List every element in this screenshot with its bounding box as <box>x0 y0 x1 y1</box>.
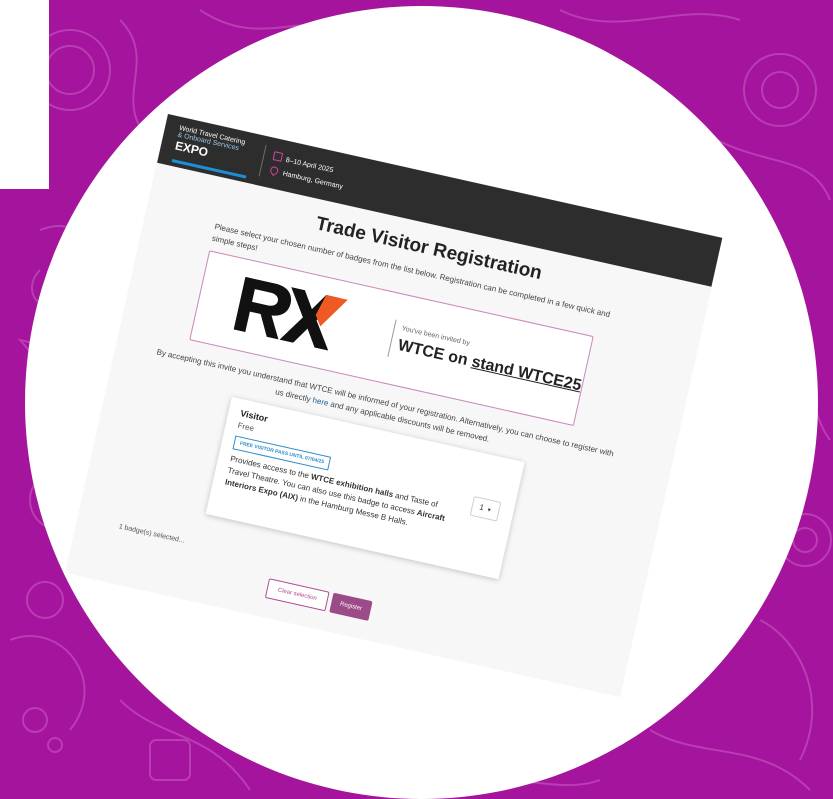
badge-price: Free <box>236 420 255 434</box>
selected-count: 1 badge(s) selected... <box>118 523 186 545</box>
quantity-select[interactable]: 1▼ <box>469 495 502 522</box>
invite-divider <box>387 319 397 357</box>
stand-link[interactable]: stand WTCE25 <box>470 353 583 394</box>
clear-selection-button[interactable]: Clear selection <box>264 578 330 612</box>
inviter-name: WTCE on stand WTCE25 <box>396 337 583 395</box>
register-directly-link[interactable]: here <box>312 396 330 408</box>
event-location-text: Hamburg, Germany <box>281 170 344 191</box>
wtce-logo[interactable]: World Travel Catering & Onboard Services… <box>171 125 256 179</box>
location-pin-icon <box>268 165 280 177</box>
calendar-icon <box>272 151 284 162</box>
badge-description: Provides access to the WTCE exhibition h… <box>224 453 456 538</box>
white-corner-panel <box>0 0 49 189</box>
chevron-down-icon: ▼ <box>485 507 493 515</box>
header-divider <box>258 145 267 177</box>
rx-logo <box>233 276 348 351</box>
register-button[interactable]: Register <box>329 592 373 621</box>
quantity-value: 1 <box>478 502 485 513</box>
